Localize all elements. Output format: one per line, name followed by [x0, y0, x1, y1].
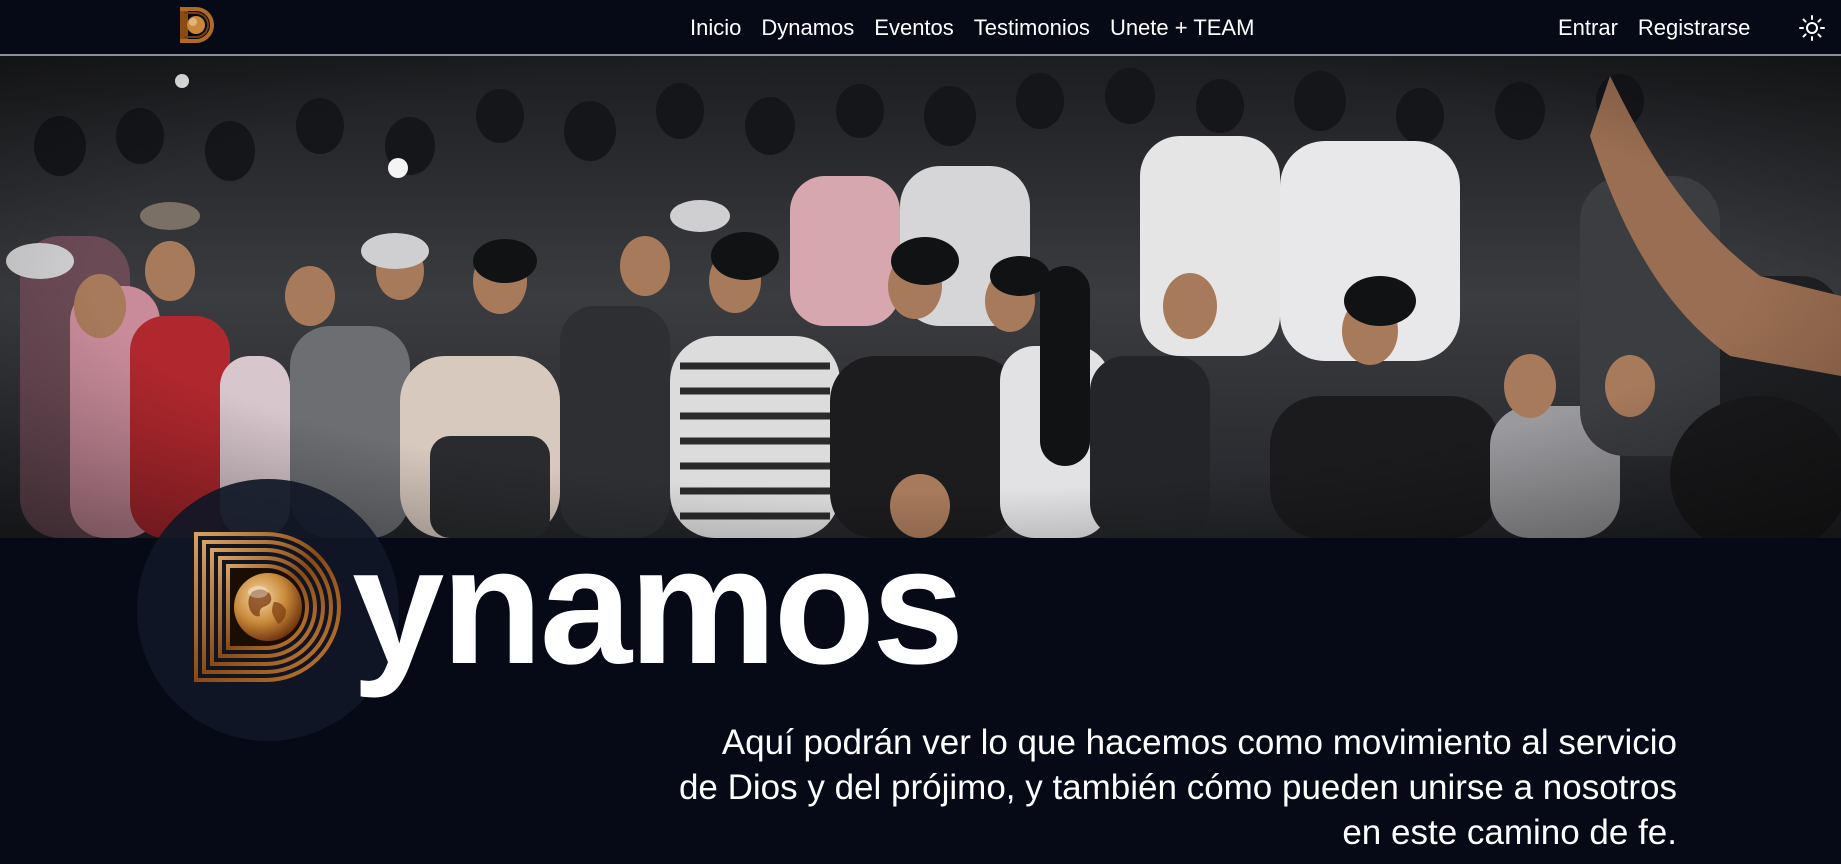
main-nav: Inicio Dynamos Eventos Testimonios Unete…	[690, 0, 1254, 56]
auth-nav: Entrar Registrarse	[1558, 0, 1750, 56]
tagline-line-2: de Dios y del prójimo, y también cómo pu…	[678, 768, 1677, 807]
theme-toggle-button[interactable]	[1798, 14, 1826, 42]
sun-icon	[1799, 15, 1825, 41]
hero-crowd-photo	[0, 56, 1841, 538]
register-link[interactable]: Registrarse	[1638, 15, 1750, 41]
crowd-photo-image	[0, 56, 1841, 538]
dynamos-globe-logo-icon	[194, 532, 341, 682]
nav-link-inicio[interactable]: Inicio	[690, 15, 741, 41]
brand-title: ynamos	[352, 514, 964, 699]
tagline-line-3: en este camino de fe.	[1342, 813, 1677, 852]
home-logo-link[interactable]	[176, 5, 216, 45]
nav-link-unete-team[interactable]: Unete + TEAM	[1110, 15, 1255, 41]
hero-tagline: Aquí podrán ver lo que hacemos como movi…	[560, 720, 1677, 855]
tagline-line-1: Aquí podrán ver lo que hacemos como movi…	[721, 723, 1677, 762]
nav-link-eventos[interactable]: Eventos	[874, 15, 954, 41]
dynamos-globe-logo-icon	[180, 7, 214, 43]
top-navbar: Inicio Dynamos Eventos Testimonios Unete…	[0, 0, 1841, 56]
nav-link-dynamos[interactable]: Dynamos	[761, 15, 854, 41]
login-link[interactable]: Entrar	[1558, 15, 1618, 41]
nav-link-testimonios[interactable]: Testimonios	[974, 15, 1090, 41]
